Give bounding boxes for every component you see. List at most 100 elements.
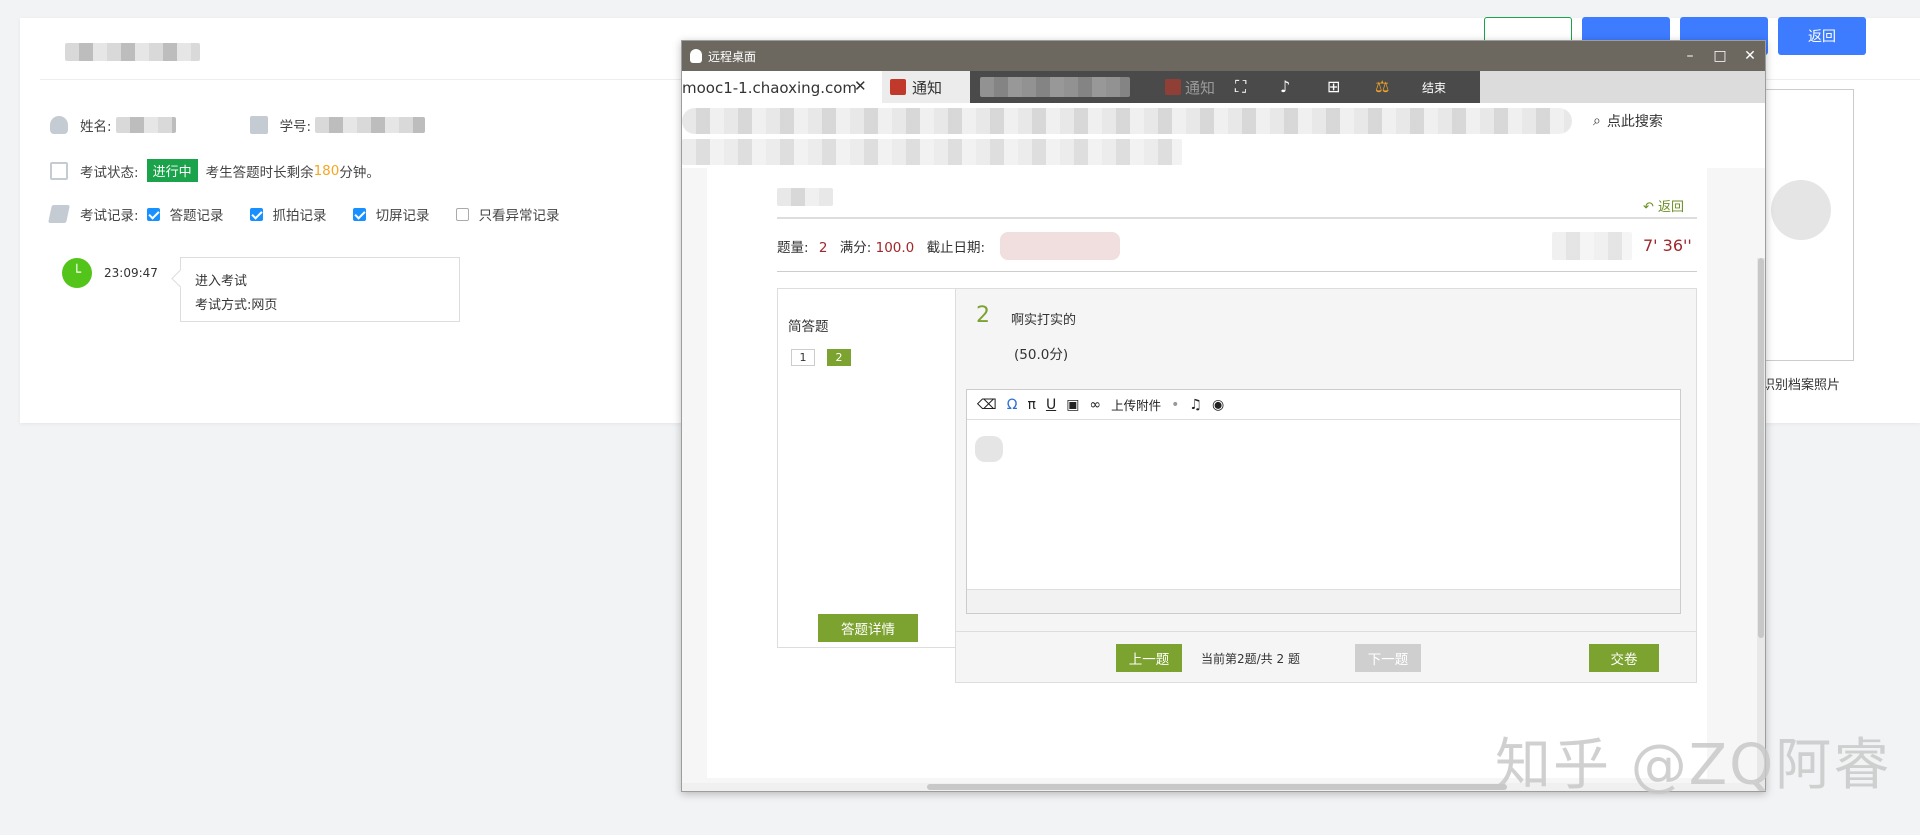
event-title: 进入考试: [195, 274, 248, 289]
records-row: 考试记录: 答题记录 抓拍记录 切屏记录 只看异常记录: [48, 204, 586, 224]
full-score-label: 满分:: [839, 240, 872, 256]
status-row: 考试状态: 进行中 考生答题时长剩余 180 分钟。: [50, 159, 380, 182]
tab-close-icon[interactable]: ✕: [854, 77, 867, 95]
question-pager: 上一题 当前第2题/共 2 题 下一题 交卷: [956, 631, 1696, 683]
checkbox[interactable]: [146, 207, 160, 221]
search-icon: ⌕: [1593, 113, 1601, 129]
question-score: (50.0分): [1014, 347, 1069, 363]
timeline-time: 23:09:47: [104, 266, 158, 280]
address-bar: ⌕ 点此搜索: [682, 103, 1765, 139]
filter-label: 切屏记录: [375, 208, 430, 224]
next-question-button[interactable]: 下一题: [1355, 644, 1421, 672]
toolbar-tab-label: 通知: [1185, 79, 1216, 97]
redacted-course-title: [777, 188, 833, 206]
music-icon[interactable]: ♫: [1189, 397, 1202, 413]
status-badge: 进行中: [146, 159, 198, 182]
status-label: 考试状态:: [80, 164, 139, 181]
full-score-value: 100.0: [875, 240, 915, 256]
return-button[interactable]: 返回: [1778, 17, 1866, 55]
answer-editor[interactable]: ⌫ Ω π U ▣ ∞ 上传附件 • ♫ ◉: [966, 389, 1681, 614]
filter-abnormal-only[interactable]: 只看异常记录: [455, 204, 560, 224]
browser-tab-strip: mooc1-1.chaoxing.com ✕ 通知 通知 ⛶ ♪ ⊞ ⚖ 结束: [682, 71, 1765, 103]
minimize-icon[interactable]: –: [1675, 41, 1705, 71]
redacted-deadline: [1000, 232, 1120, 260]
window-title: 远程桌面: [708, 49, 757, 64]
prev-question-button[interactable]: 上一题: [1116, 644, 1182, 672]
edit-icon: [48, 205, 70, 223]
search-box[interactable]: ⌕ 点此搜索: [1585, 108, 1763, 134]
redacted-url[interactable]: [682, 108, 1572, 134]
pager-status: 当前第2题/共 2 题: [1201, 652, 1300, 666]
tab-notice[interactable]: 通知: [882, 71, 970, 103]
microphone-icon[interactable]: •: [1171, 397, 1179, 413]
underline-icon[interactable]: U: [1046, 397, 1056, 413]
student-info-row: 姓名: 学号:: [50, 115, 426, 135]
redacted-timer-label: [1552, 232, 1632, 260]
filter-label: 答题记录: [169, 208, 224, 224]
name-label: 姓名:: [80, 119, 112, 135]
scroll-thumb[interactable]: [1758, 258, 1764, 638]
end-session-button[interactable]: 结束: [1422, 79, 1446, 96]
quality-icon[interactable]: ⚖: [1375, 77, 1389, 96]
back-label: 返回: [1658, 200, 1685, 215]
window-titlebar: 远程桌面 – □ ✕: [682, 41, 1765, 71]
editor-footer: [967, 589, 1680, 613]
remote-desktop-window: 远程桌面 – □ ✕ mooc1-1.chaoxing.com ✕ 通知 通知 …: [681, 40, 1766, 792]
question-number-2[interactable]: 2: [827, 349, 851, 366]
tab-mooc[interactable]: mooc1-1.chaoxing.com ✕: [682, 71, 882, 103]
question-number-1[interactable]: 1: [791, 349, 815, 366]
tab-label: mooc1-1.chaoxing.com: [682, 79, 858, 97]
eraser-icon[interactable]: ⌫: [977, 397, 997, 413]
scroll-thumb[interactable]: [927, 784, 1507, 790]
watermark: 知乎 @ZQ阿睿: [1495, 733, 1892, 798]
redacted-toolbar-text: [980, 77, 1130, 97]
question-panel: 2 啊实打实的 (50.0分) ⌫ Ω π U ▣ ∞ 上传附件 • ♫ ◉ 上…: [955, 288, 1697, 683]
redacted-name: [115, 117, 176, 133]
timeline-event-card: 进入考试 考试方式:网页: [180, 257, 460, 322]
clock-icon: └: [62, 258, 92, 288]
vertical-scrollbar[interactable]: [1757, 258, 1765, 791]
section-title: 简答题: [788, 319, 829, 335]
qq-icon: [690, 49, 702, 63]
omega-icon[interactable]: Ω: [1007, 397, 1018, 413]
profile-photo: [1762, 89, 1854, 361]
image-icon[interactable]: ▣: [1066, 397, 1079, 413]
redacted-bookmarks: [682, 139, 1182, 165]
checkbox[interactable]: [352, 207, 366, 221]
editor-toolbar: ⌫ Ω π U ▣ ∞ 上传附件 • ♫ ◉: [967, 390, 1680, 420]
fullscreen-icon[interactable]: ⛶: [1235, 77, 1246, 97]
redacted-student-id: [315, 117, 426, 133]
filter-snapshot-records[interactable]: 抓拍记录: [249, 204, 327, 224]
checkbox[interactable]: [249, 207, 263, 221]
user-icon: [50, 116, 68, 134]
remote-control-toolbar: 通知 ⛶ ♪ ⊞ ⚖ 结束: [970, 71, 1480, 103]
divider: [777, 271, 1697, 272]
search-placeholder: 点此搜索: [1606, 114, 1663, 130]
back-link[interactable]: ↶ 返回: [1643, 196, 1684, 215]
question-text: 啊实打实的: [1011, 313, 1077, 328]
web-page: ↶ 返回 题量: 2 满分: 100.0 截止日期: 7' 36'' 简答题 1…: [682, 168, 1765, 791]
count-label: 题量:: [777, 240, 809, 256]
pi-icon[interactable]: π: [1028, 397, 1036, 413]
filter-screen-switch-records[interactable]: 切屏记录: [352, 204, 430, 224]
remaining-prefix: 考生答题时长剩余: [205, 164, 314, 181]
tab-label: 通知: [912, 78, 943, 97]
volume-icon[interactable]: ♪: [1280, 77, 1290, 96]
remaining-minutes: 180: [313, 162, 340, 179]
submit-exam-button[interactable]: 交卷: [1589, 644, 1659, 672]
maximize-icon[interactable]: □: [1705, 41, 1735, 71]
countdown-timer: 7' 36'': [1643, 236, 1692, 255]
camera-icon[interactable]: ◉: [1212, 397, 1224, 413]
filter-label: 抓拍记录: [272, 208, 327, 224]
answer-detail-button[interactable]: 答题详情: [818, 614, 918, 642]
close-icon[interactable]: ✕: [1735, 41, 1765, 71]
records-label: 考试记录:: [80, 208, 139, 224]
student-id-label: 学号:: [279, 119, 312, 135]
screenshot-icon[interactable]: ⊞: [1327, 77, 1340, 96]
chaoxing-icon: [890, 79, 906, 95]
filter-label: 只看异常记录: [478, 208, 560, 224]
checkbox[interactable]: [455, 207, 469, 221]
filter-answer-records[interactable]: 答题记录: [146, 204, 224, 224]
upload-attachment-button[interactable]: 上传附件: [1111, 395, 1161, 414]
link-icon[interactable]: ∞: [1089, 397, 1101, 413]
